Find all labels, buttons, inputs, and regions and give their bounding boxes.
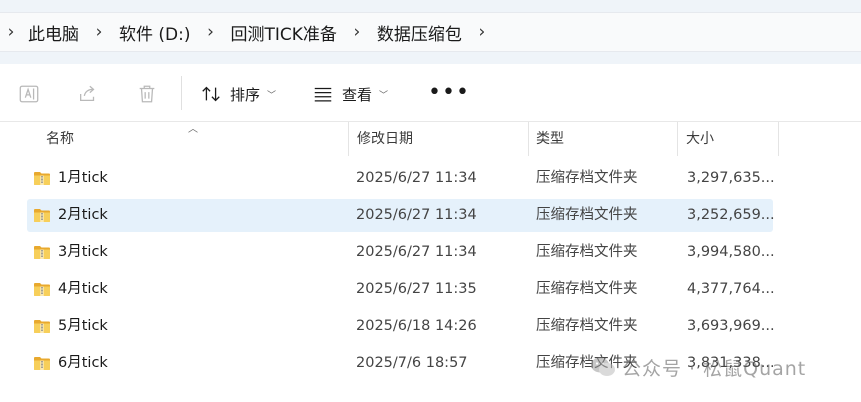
chevron-right-icon[interactable]: › [197,22,225,42]
sort-icon [202,86,220,102]
share-icon[interactable] [76,82,100,106]
watermark-text: 公众号 · 松鼠Quant [622,357,807,380]
chevron-right-icon[interactable]: › [85,22,113,42]
file-type: 压缩存档文件夹 [536,281,638,297]
view-label: 查看 [342,85,373,104]
zip-folder-icon [33,281,51,297]
file-type: 压缩存档文件夹 [536,170,638,186]
zip-folder-icon [33,318,51,334]
column-size[interactable]: 大小 [686,122,714,156]
file-date: 2025/6/27 11:35 [356,281,477,297]
chevron-right-icon[interactable]: › [343,22,371,42]
column-separator[interactable] [348,122,349,156]
file-size: 3,252,659... [687,207,775,223]
watermark: 公众号 · 松鼠Quant [590,352,806,382]
chevron-right-icon[interactable]: › [0,22,22,42]
toolbar-divider [181,76,182,110]
zip-folder-icon [33,170,51,186]
file-size: 3,693,969... [687,318,775,334]
zip-folder-icon [33,355,51,371]
column-date-modified[interactable]: 修改日期 [357,122,413,156]
view-list-icon [314,87,332,102]
view-button[interactable]: 查看 ﹀ [312,80,388,108]
file-row[interactable]: 3月tick 2025/6/27 11:34 压缩存档文件夹 3,994,580… [27,236,775,269]
sort-button[interactable]: 排序 ﹀ [200,80,276,108]
file-size: 3,297,635... [687,170,775,186]
breadcrumb-data-archives[interactable]: 数据压缩包 [371,20,468,45]
wechat-logo-icon [591,357,615,376]
file-name: 5月tick [58,318,108,334]
file-type: 压缩存档文件夹 [536,207,638,223]
chevron-down-icon: ﹀ [267,90,277,101]
file-date: 2025/7/6 18:57 [356,355,468,371]
chevron-right-icon[interactable]: › [468,22,496,42]
breadcrumb-drive-d[interactable]: 软件 (D:) [113,20,197,45]
file-row[interactable]: 1月tick 2025/6/27 11:34 压缩存档文件夹 3,297,635… [27,162,775,195]
address-bar: › 此电脑 › 软件 (D:) › 回测TICK准备 › 数据压缩包 › [0,0,861,64]
chevron-down-icon: ﹀ [379,90,389,101]
file-name: 3月tick [58,244,108,260]
file-date: 2025/6/27 11:34 [356,170,477,186]
file-row[interactable]: 4月tick 2025/6/27 11:35 压缩存档文件夹 4,377,764… [27,273,775,306]
file-type: 压缩存档文件夹 [536,318,638,334]
sort-ascending-icon: ︿ [188,124,198,135]
file-size: 3,994,580... [687,244,775,260]
rename-icon[interactable] [17,82,41,106]
file-name: 4月tick [58,281,108,297]
file-row[interactable]: 2月tick 2025/6/27 11:34 压缩存档文件夹 3,252,659… [27,199,775,232]
zip-folder-icon [33,244,51,260]
file-size: 4,377,764... [687,281,775,297]
column-header: ︿ 名称 修改日期 类型 大小 [0,122,861,156]
breadcrumb: › 此电脑 › 软件 (D:) › 回测TICK准备 › 数据压缩包 › [0,12,861,52]
breadcrumb-this-pc[interactable]: 此电脑 [22,20,85,45]
command-bar: 排序 ﹀ 查看 ﹀ ••• [0,64,861,122]
delete-icon[interactable] [135,82,159,106]
file-name: 2月tick [58,207,108,223]
column-separator[interactable] [677,122,678,156]
zip-folder-icon [33,207,51,223]
sort-label: 排序 [230,85,261,104]
file-name: 6月tick [58,355,108,371]
column-separator[interactable] [528,122,529,156]
more-options-button[interactable]: ••• [428,82,470,104]
breadcrumb-backtest-folder[interactable]: 回测TICK准备 [225,20,343,45]
file-date: 2025/6/18 14:26 [356,318,477,334]
file-type: 压缩存档文件夹 [536,244,638,260]
column-name[interactable]: 名称 [46,122,74,156]
file-name: 1月tick [58,170,108,186]
column-type[interactable]: 类型 [536,122,564,156]
column-separator[interactable] [778,122,779,156]
file-row[interactable]: 5月tick 2025/6/18 14:26 压缩存档文件夹 3,693,969… [27,310,775,343]
file-date: 2025/6/27 11:34 [356,244,477,260]
file-date: 2025/6/27 11:34 [356,207,477,223]
